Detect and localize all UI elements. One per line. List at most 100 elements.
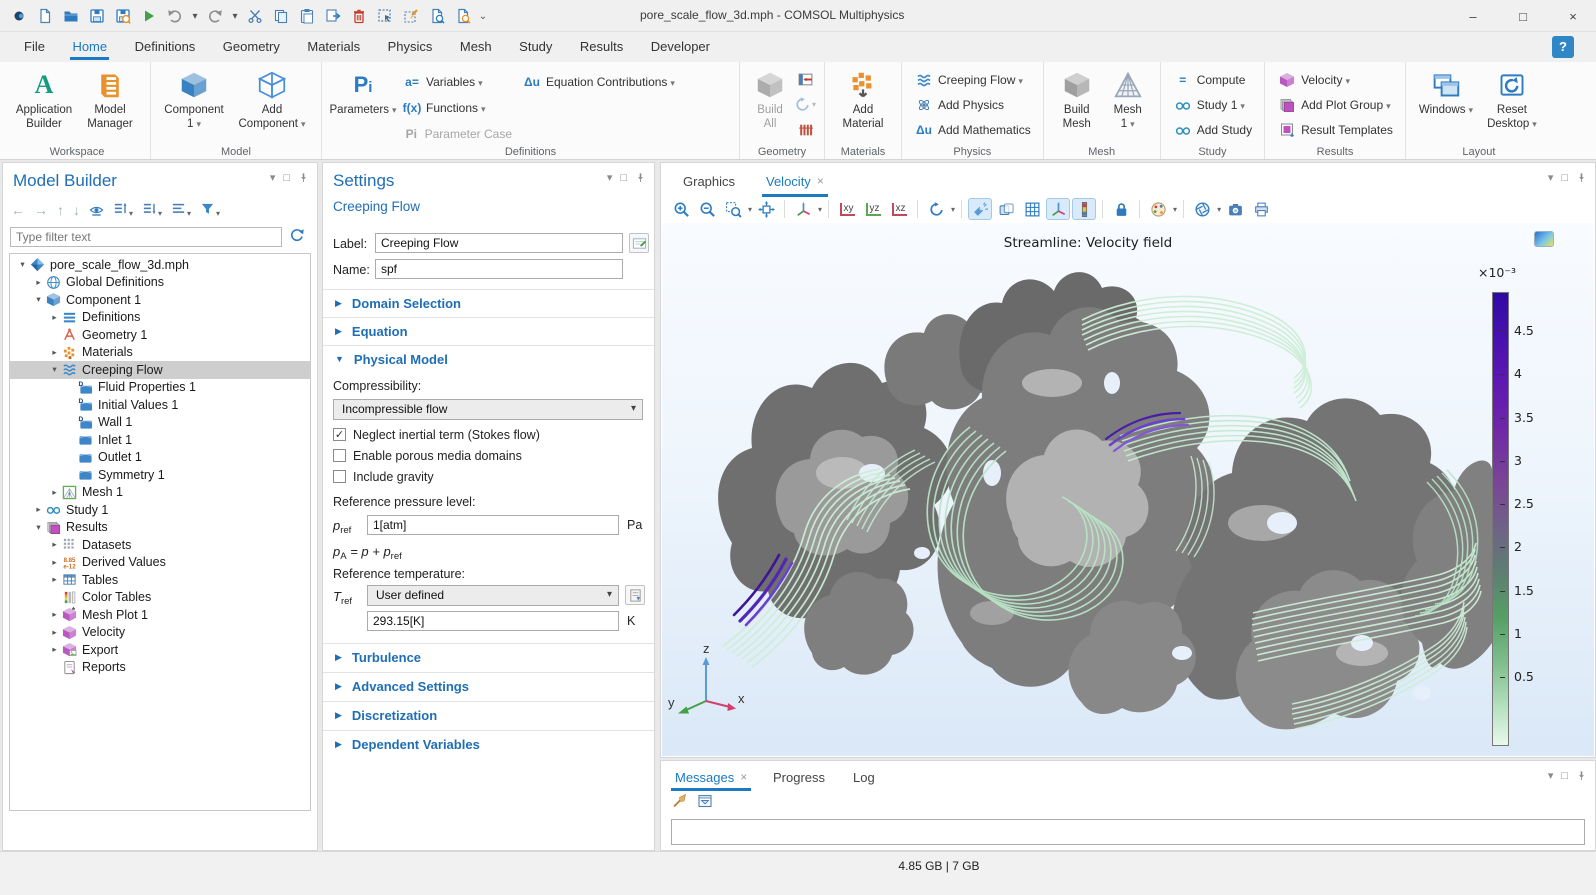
float-panel-icon[interactable]: □ — [620, 172, 627, 184]
update-plot-dropdown[interactable]: ▾ — [1217, 205, 1221, 214]
color-theme-dropdown[interactable]: ▾ — [1173, 205, 1177, 214]
zoom-in-button[interactable] — [669, 198, 693, 220]
open-messages-icon[interactable] — [697, 793, 713, 809]
run-application-button[interactable] — [136, 5, 162, 27]
new-file-button[interactable] — [32, 5, 58, 27]
model-input-button[interactable] — [625, 585, 645, 605]
redo-button[interactable] — [202, 5, 228, 27]
filter-input[interactable] — [10, 227, 282, 247]
clear-messages-icon[interactable] — [671, 793, 687, 809]
move-up-button[interactable]: ↑ — [57, 202, 64, 218]
tree-item-export[interactable]: ▸Export — [10, 641, 310, 659]
panel-menu-chevron[interactable]: ▾ — [270, 171, 276, 184]
tree-item-datasets[interactable]: ▸Datasets — [10, 536, 310, 554]
tab-study[interactable]: Study — [507, 32, 564, 60]
clear-selection-button[interactable] — [398, 5, 424, 27]
reset-desktop-button[interactable]: Reset Desktop — [1479, 65, 1545, 136]
tab-messages[interactable]: Messages× — [675, 765, 747, 789]
section-equation[interactable]: ▶Equation — [323, 317, 654, 344]
build-mesh-button[interactable]: Build Mesh — [1051, 65, 1103, 136]
paste-button[interactable] — [294, 5, 320, 27]
expander[interactable]: ▸ — [48, 557, 61, 568]
view-xy-button[interactable]: xy — [835, 198, 859, 220]
variables-button[interactable]: a=Variables — [397, 69, 517, 94]
redo-dropdown[interactable]: ▾ — [228, 11, 242, 22]
messages-output[interactable] — [671, 819, 1585, 845]
minimize-button[interactable]: – — [1450, 0, 1496, 32]
add-component-button[interactable]: Add Component — [230, 65, 314, 136]
zoom-box-dropdown[interactable]: ▾ — [748, 205, 752, 214]
filter-button[interactable]: ▾ — [200, 201, 220, 219]
section-domain-selection[interactable]: ▶Domain Selection — [323, 289, 654, 316]
tab-physics[interactable]: Physics — [376, 32, 445, 60]
refresh-icon[interactable] — [289, 227, 309, 247]
duplicate-button[interactable] — [320, 5, 346, 27]
expand-all-button[interactable]: ▾ — [142, 201, 162, 219]
color-theme-button[interactable] — [1146, 198, 1170, 220]
windows-button[interactable]: Windows — [1413, 65, 1479, 121]
pin-icon[interactable] — [1576, 770, 1587, 781]
add-material-button[interactable]: Add Material — [832, 65, 894, 136]
expander[interactable]: ▸ — [48, 644, 61, 655]
pref-field[interactable] — [367, 515, 619, 535]
tree-item-derived-values[interactable]: ▸Derived Values — [10, 554, 310, 572]
tree-item-geometry-1[interactable]: Geometry 1 — [10, 326, 310, 344]
expander[interactable]: ▸ — [48, 609, 61, 620]
expander[interactable]: ▸ — [48, 574, 61, 585]
tab-log[interactable]: Log — [853, 765, 875, 789]
close-tab-icon[interactable]: × — [817, 174, 824, 188]
compressibility-dropdown[interactable]: Incompressible flow — [333, 399, 643, 420]
print-button[interactable] — [1249, 198, 1273, 220]
view-yz-button[interactable]: yz — [861, 198, 885, 220]
graphics-canvas[interactable]: Streamline: Velocity field — [662, 223, 1594, 756]
zoom-extents-button[interactable] — [754, 198, 778, 220]
tree-item-global-definitions[interactable]: ▸Global Definitions — [10, 274, 310, 292]
velocity-plot-selector[interactable]: Velocity — [1272, 67, 1398, 92]
porous-media-checkbox[interactable] — [333, 449, 346, 462]
rotate-button[interactable] — [924, 198, 948, 220]
section-physical-model[interactable]: ▼Physical Model — [323, 345, 654, 372]
label-field[interactable] — [375, 233, 623, 253]
tree-item-definitions[interactable]: ▸Definitions — [10, 309, 310, 327]
pin-icon[interactable] — [298, 172, 309, 183]
default-view-dropdown[interactable]: ▾ — [818, 205, 822, 214]
zoom-box-button[interactable] — [721, 198, 745, 220]
expander[interactable]: ▾ — [32, 522, 45, 533]
panel-menu-chevron[interactable]: ▾ — [607, 171, 613, 184]
tree-item-mesh-plot-1[interactable]: ▸Mesh Plot 1 — [10, 606, 310, 624]
float-panel-icon[interactable]: □ — [283, 172, 290, 184]
import-geometry-button[interactable] — [793, 68, 817, 90]
tree-item-root[interactable]: ▾pore_scale_flow_3d.mph — [10, 256, 310, 274]
show-options-icon[interactable] — [89, 203, 104, 218]
panel-menu-chevron[interactable]: ▾ — [1548, 769, 1554, 782]
tab-materials[interactable]: Materials — [295, 32, 372, 60]
tab-mesh[interactable]: Mesh — [448, 32, 504, 60]
close-tab-icon[interactable]: × — [740, 770, 747, 784]
float-panel-icon[interactable]: □ — [1561, 172, 1568, 184]
update-plot-button[interactable] — [1190, 198, 1214, 220]
save-as-button[interactable] — [110, 5, 136, 27]
copy-button[interactable] — [268, 5, 294, 27]
name-field[interactable] — [375, 259, 623, 279]
add-study-button[interactable]: Add Study — [1168, 117, 1257, 142]
default-view-button[interactable] — [791, 198, 815, 220]
collapse-all-button[interactable]: ▾ — [113, 201, 133, 219]
pin-icon[interactable] — [635, 172, 646, 183]
color-legend-toggle[interactable] — [1072, 198, 1096, 220]
tree-item-wall-1[interactable]: Wall 1 — [10, 414, 310, 432]
plot-thumbnail-button[interactable] — [1534, 231, 1554, 247]
help-button[interactable]: ? — [1552, 36, 1574, 58]
component-1-button[interactable]: Component 1 — [158, 65, 230, 136]
expander[interactable]: ▸ — [32, 277, 45, 288]
model-manager-button[interactable]: Model Manager — [77, 65, 143, 136]
include-gravity-checkbox[interactable] — [333, 470, 346, 483]
tree-item-reports[interactable]: Reports — [10, 659, 310, 677]
tab-developer[interactable]: Developer — [639, 32, 722, 60]
float-panel-icon[interactable]: □ — [1561, 770, 1568, 782]
tree-item-outlet-1[interactable]: Outlet 1 — [10, 449, 310, 467]
tree-item-fluid-properties-1[interactable]: Fluid Properties 1 — [10, 379, 310, 397]
study-1-button[interactable]: Study 1 — [1168, 92, 1257, 117]
scene-light-toggle[interactable] — [968, 198, 992, 220]
tree-item-component-1[interactable]: ▾Component 1 — [10, 291, 310, 309]
expander[interactable]: ▸ — [32, 504, 45, 515]
